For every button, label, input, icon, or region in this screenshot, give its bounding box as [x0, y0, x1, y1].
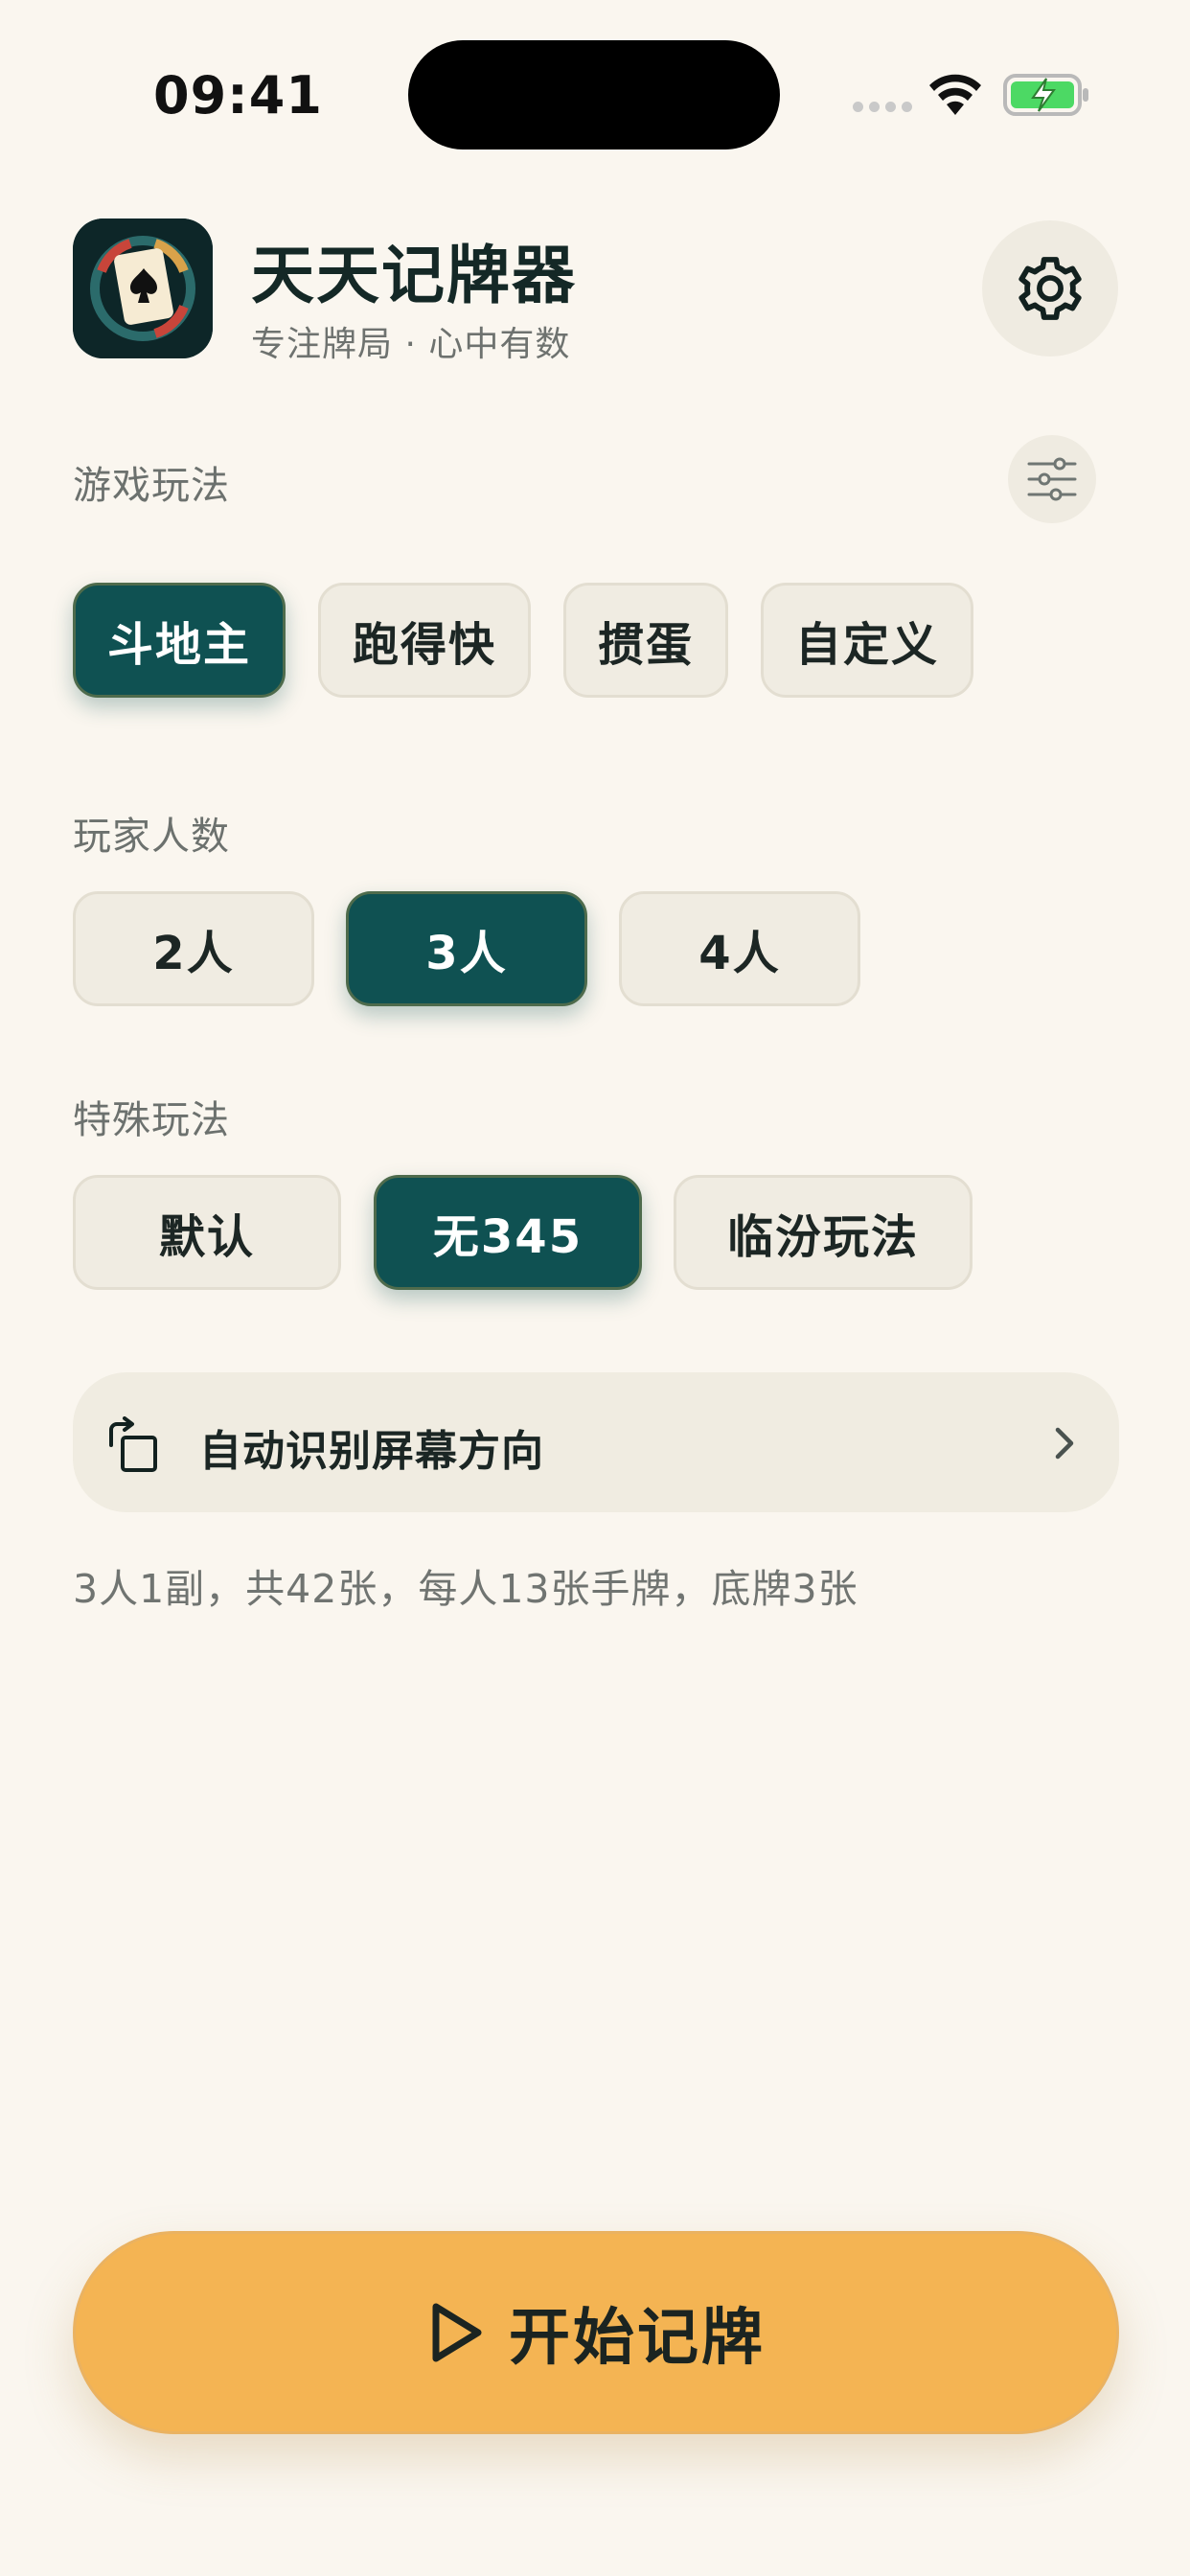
- orientation-label: 自动识别屏幕方向: [199, 1427, 544, 1476]
- players-option-3[interactable]: 3人: [346, 891, 587, 1006]
- special-option-linfen[interactable]: 临汾玩法: [674, 1175, 973, 1290]
- app-title: 天天记牌器: [251, 239, 577, 312]
- game-mode-option-doudizhu[interactable]: 斗地主: [73, 583, 286, 698]
- special-option-default[interactable]: 默认: [73, 1175, 341, 1290]
- game-mode-label: 游戏玩法: [73, 464, 230, 508]
- dynamic-island: [408, 40, 780, 150]
- special-label: 特殊玩法: [73, 1098, 230, 1142]
- special-option-no345[interactable]: 无345: [374, 1175, 642, 1290]
- sliders-icon: [1027, 457, 1077, 501]
- app-subtitle: 专注牌局 · 心中有数: [251, 325, 571, 364]
- cellular-signal-icon: [853, 102, 912, 112]
- players-option-4[interactable]: 4人: [619, 891, 860, 1006]
- wifi-icon: [929, 74, 981, 115]
- status-time: 09:41: [153, 65, 323, 126]
- filter-button[interactable]: [1008, 435, 1096, 523]
- chevron-right-icon: [1055, 1427, 1074, 1460]
- spade-card-icon: [73, 218, 213, 358]
- gear-icon: [1018, 257, 1082, 320]
- app-icon: [73, 218, 213, 358]
- players-option-2[interactable]: 2人: [73, 891, 314, 1006]
- start-button-label: 开始记牌: [509, 2303, 766, 2374]
- game-mode-option-custom[interactable]: 自定义: [761, 583, 973, 698]
- play-icon: [432, 2303, 482, 2362]
- players-label: 玩家人数: [73, 815, 230, 859]
- game-mode-option-guandan[interactable]: 掼蛋: [563, 583, 728, 698]
- rotate-screen-icon: [109, 1416, 157, 1472]
- battery-charging-icon: [1003, 74, 1088, 116]
- settings-button[interactable]: [982, 220, 1118, 356]
- deck-summary: 3人1副，共42张，每人13张手牌，底牌3张: [73, 1566, 858, 1612]
- start-button[interactable]: 开始记牌: [73, 2231, 1119, 2434]
- game-mode-option-paodekuai[interactable]: 跑得快: [318, 583, 531, 698]
